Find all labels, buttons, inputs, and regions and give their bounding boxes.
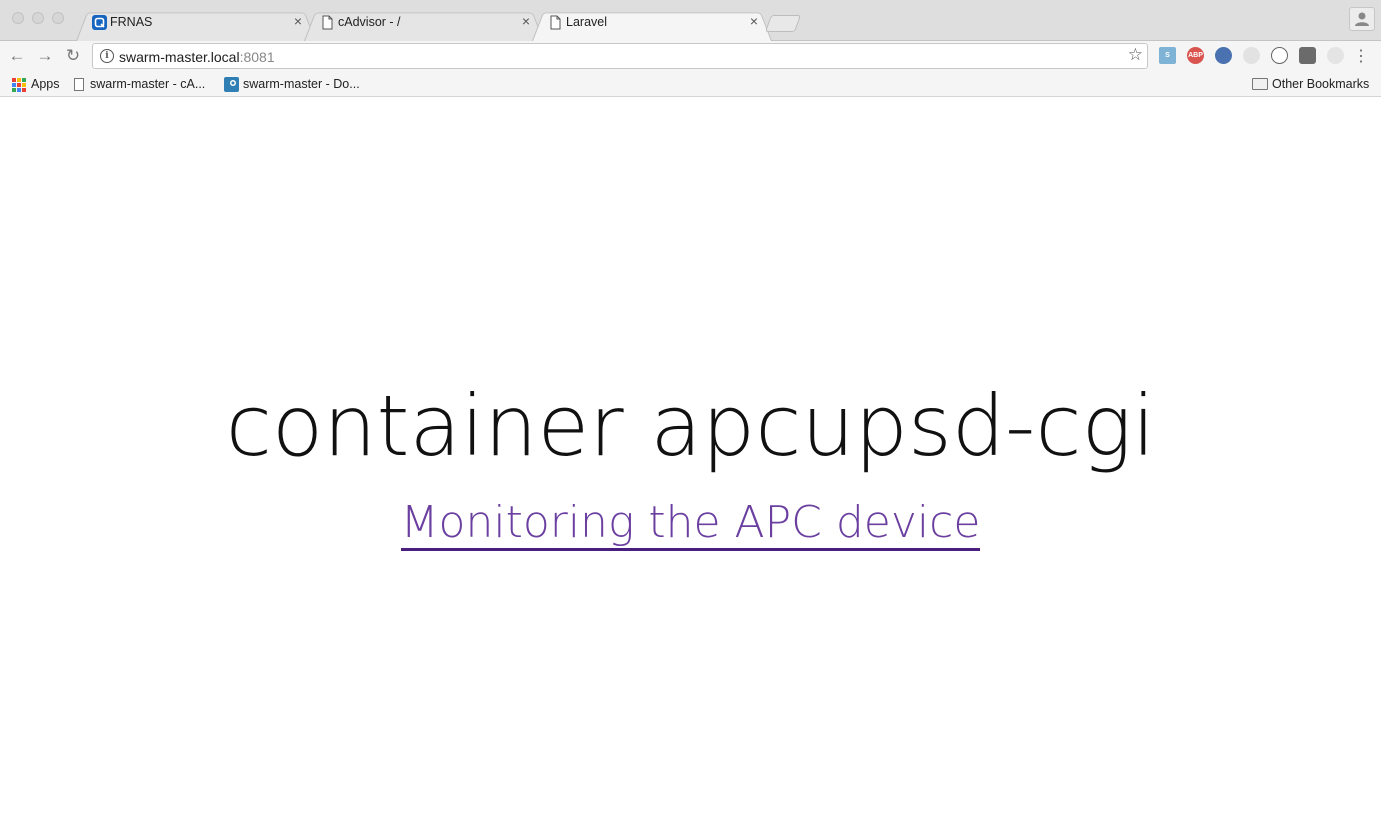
tab-title: FRNAS — [110, 15, 153, 29]
docker-icon — [224, 77, 239, 93]
frnas-app-icon — [92, 15, 107, 30]
new-tab-button[interactable] — [764, 15, 802, 32]
fingerprint-extension-icon[interactable] — [1243, 47, 1260, 64]
window-close-button[interactable] — [12, 12, 24, 24]
apps-grid-icon — [12, 77, 26, 92]
window-maximize-button[interactable] — [52, 12, 64, 24]
bookmark-label: Apps — [31, 77, 60, 91]
bookmark-label: Other Bookmarks — [1272, 77, 1370, 91]
back-button[interactable]: ← — [6, 45, 28, 67]
window-minimize-button[interactable] — [32, 12, 44, 24]
site-info-icon[interactable]: i — [100, 49, 114, 63]
page-icon — [550, 15, 561, 30]
forward-button[interactable]: → — [34, 45, 56, 67]
bookmark-swarm-docker[interactable]: swarm-master - Do... — [224, 75, 360, 93]
link-container: Monitoring the APC device — [0, 497, 1381, 551]
url-host: swarm-master.local — [119, 49, 240, 65]
tab-strip: FRNAS × cAdvisor - / × Laravel × — [0, 0, 1381, 42]
page-icon — [322, 15, 333, 30]
address-bar[interactable]: i swarm-master.local:8081 ☆ — [92, 43, 1148, 69]
bookmark-swarm-cadvisor[interactable]: swarm-master - cA... — [74, 75, 205, 93]
evernote-icon[interactable] — [1299, 47, 1316, 64]
bookmark-star-icon[interactable]: ☆ — [1128, 45, 1143, 65]
tab-close-icon[interactable]: × — [746, 13, 762, 29]
url-port: :8081 — [239, 49, 275, 65]
sheets-extension-icon[interactable]: S — [1159, 47, 1176, 64]
browser-toolbar: ← → ↻ i swarm-master.local:8081 ☆ S ABP … — [0, 41, 1381, 71]
reload-button[interactable]: ↻ — [62, 45, 84, 67]
globe-extension-icon[interactable] — [1215, 47, 1232, 64]
bookmark-other-bookmarks[interactable]: Other Bookmarks — [1252, 75, 1369, 93]
bookmark-apps[interactable]: Apps — [12, 75, 60, 93]
feather-extension-icon[interactable] — [1327, 47, 1344, 64]
tab-title: cAdvisor - / — [338, 15, 401, 29]
monitoring-link[interactable]: Monitoring the APC device — [400, 497, 981, 551]
adblock-plus-icon[interactable]: ABP — [1187, 47, 1204, 64]
tab-frnas[interactable]: FRNAS × — [76, 8, 316, 42]
bookmark-label: swarm-master - Do... — [243, 77, 360, 91]
onepassword-icon[interactable] — [1271, 47, 1288, 64]
tab-laravel[interactable]: Laravel × — [532, 8, 772, 42]
page-viewport: container apcupsd-cgi Monitoring the APC… — [0, 97, 1381, 825]
page-icon — [74, 78, 84, 92]
tab-cadvisor[interactable]: cAdvisor - / × — [304, 8, 544, 42]
bookmarks-bar: Apps swarm-master - cA... swarm-master -… — [0, 71, 1381, 97]
page-title: container apcupsd-cgi — [225, 377, 1156, 475]
person-icon — [1355, 12, 1369, 26]
profile-button[interactable] — [1349, 7, 1375, 31]
tab-title: Laravel — [566, 15, 607, 29]
folder-icon — [1252, 77, 1268, 90]
bookmark-label: swarm-master - cA... — [90, 77, 206, 91]
url-text[interactable]: swarm-master.local:8081 — [119, 49, 275, 65]
browser-menu-button[interactable]: ⋮ — [1353, 46, 1369, 66]
